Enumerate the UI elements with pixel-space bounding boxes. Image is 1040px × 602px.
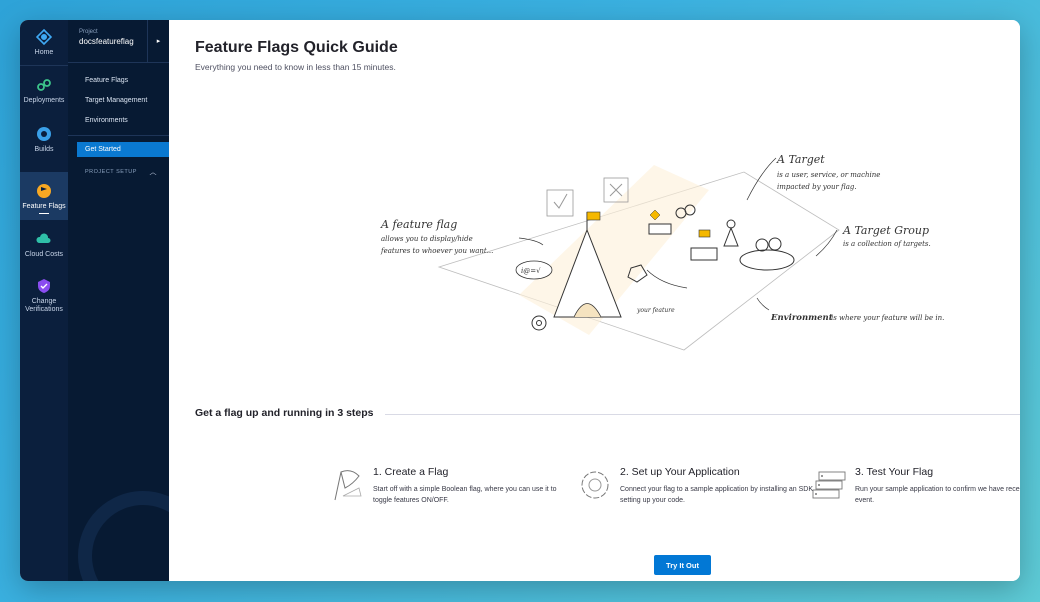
harness-logo-icon — [35, 28, 53, 46]
step-title: 1. Create a Flag — [373, 466, 449, 478]
step-description: Run your sample application to confirm w… — [855, 486, 1020, 504]
rail-item-cloud-costs[interactable]: Cloud Costs — [20, 220, 68, 267]
secondary-sidebar: Project docsfeatureflag ▸ Feature Flags … — [68, 20, 169, 581]
step-title: 2. Set up Your Application — [620, 466, 740, 478]
rail-item-label: Feature Flags — [22, 203, 66, 210]
side-link-feature-flags[interactable]: Feature Flags — [68, 71, 169, 91]
illus-target-desc2: impacted by your flag. — [777, 183, 857, 191]
page-title: Feature Flags Quick Guide — [195, 39, 398, 56]
project-name: docsfeatureflag — [79, 37, 134, 46]
change-verifications-icon — [35, 277, 53, 295]
illus-target-title: A Target — [776, 153, 825, 166]
side-link-target-management[interactable]: Target Management — [68, 91, 169, 111]
feature-flags-illustration: i@=√ A feature flag allows you to displa — [380, 153, 944, 351]
illus-group-title: A Target Group — [842, 224, 929, 237]
project-selector[interactable]: Project docsfeatureflag ▸ — [68, 20, 169, 63]
illus-group-desc: is a collection of targets. — [843, 240, 931, 248]
step-card: 3. Test Your Flag Run your sample applic… — [811, 466, 1020, 506]
step-description: Start off with a simple Boolean flag, wh… — [373, 486, 557, 504]
side-link-get-started[interactable]: Get Started — [77, 142, 169, 157]
flag-icon — [334, 470, 362, 501]
rail-item-label: Home — [34, 49, 54, 56]
rail-item-label: Deployments — [23, 97, 65, 104]
nav-rail: Home Deployments Builds Feature Flags Cl… — [20, 20, 68, 581]
builds-icon — [35, 125, 53, 143]
side-link-environments[interactable]: Environments — [68, 111, 169, 131]
illus-env-desc: is where your feature will be in. — [831, 314, 944, 322]
rail-item-label: Change Verifications — [25, 298, 63, 313]
section-label: PROJECT SETUP — [85, 169, 137, 175]
deployments-icon — [35, 76, 53, 94]
step-card: 1. Create a Flag Start off with a simple… — [329, 466, 569, 506]
step-description: Connect your flag to a sample applicatio… — [620, 486, 813, 504]
steps-heading: Get a flag up and running in 3 steps — [195, 407, 374, 419]
decorative-ring — [78, 491, 169, 581]
illus-feature-flag-desc2: features to whoever you want... — [380, 247, 493, 255]
rail-item-deployments[interactable]: Deployments — [20, 66, 68, 113]
try-it-out-button[interactable]: Try It Out — [654, 555, 711, 575]
chevron-right-icon[interactable]: ▸ — [147, 20, 169, 62]
app-window: Home Deployments Builds Feature Flags Cl… — [20, 20, 1020, 581]
rail-item-builds[interactable]: Builds — [20, 113, 68, 162]
feature-flags-icon — [35, 182, 53, 200]
project-setup-section[interactable]: PROJECT SETUP ︿ — [68, 157, 169, 177]
rail-item-home[interactable]: Home — [20, 24, 68, 65]
rail-item-feature-flags[interactable]: Feature Flags — [20, 172, 68, 220]
side-divider — [68, 135, 169, 136]
illus-feature-flag-desc1: allows you to display/hide — [381, 235, 473, 243]
illus-env-title: Environment — [770, 313, 833, 323]
steps-divider — [385, 414, 1020, 415]
illus-your-feature: your feature — [636, 307, 675, 314]
side-nav: Feature Flags Target Management Environm… — [68, 63, 169, 177]
project-label: Project — [79, 29, 98, 35]
rail-item-label: Builds — [34, 146, 54, 153]
illus-target-desc1: is a user, service, or machine — [777, 171, 880, 179]
rail-item-label: Cloud Costs — [24, 251, 64, 258]
server-list-icon — [812, 471, 846, 499]
chevron-up-icon: ︿ — [149, 169, 157, 176]
page-subtitle: Everything you need to know in less than… — [195, 62, 396, 72]
active-indicator — [39, 213, 49, 214]
rail-item-change-verifications[interactable]: Change Verifications — [20, 267, 68, 322]
step-title: 3. Test Your Flag — [855, 466, 934, 478]
illus-feature-flag-title: A feature flag — [380, 218, 457, 231]
svg-text:i@=√: i@=√ — [521, 267, 541, 275]
gear-icon — [581, 471, 609, 499]
cloud-costs-icon — [35, 230, 53, 248]
main-content: Feature Flags Quick Guide Everything you… — [169, 20, 1020, 581]
step-card: 2. Set up Your Application Connect your … — [576, 466, 816, 506]
